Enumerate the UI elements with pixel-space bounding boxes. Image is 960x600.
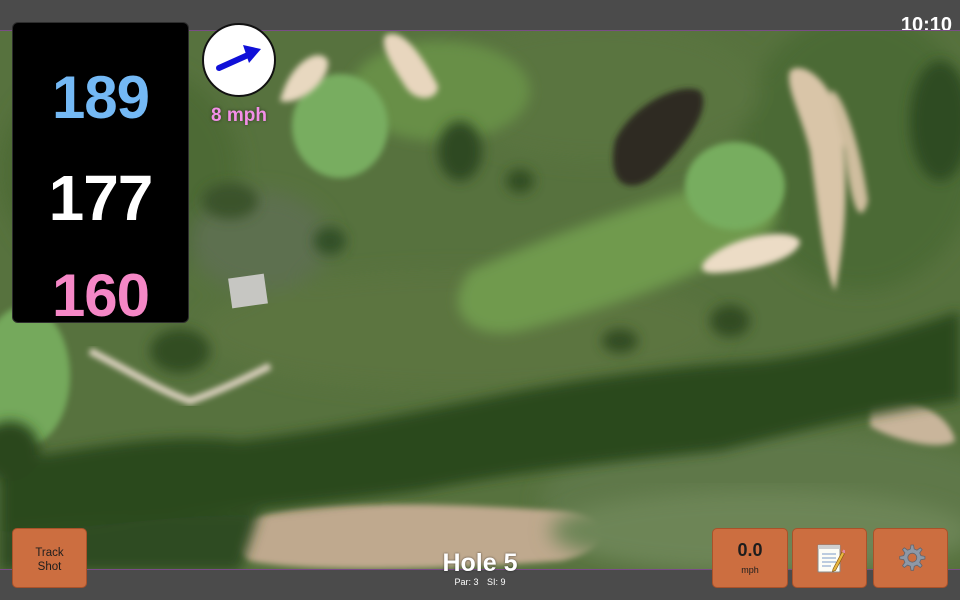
gear-icon	[898, 544, 925, 571]
speed-value: 0.0	[737, 540, 763, 560]
hole-par: Par: 3	[454, 577, 479, 587]
hole-stroke-index: SI: 9	[487, 577, 506, 587]
front-distance: 160	[51, 262, 150, 329]
golf-gps-screen: 10:10 189 177 160 8 mph Track Shot Hole …	[0, 0, 960, 600]
settings-button[interactable]	[873, 528, 948, 588]
middle-distance: 177	[48, 162, 154, 234]
track-shot-label-line1: Track	[35, 547, 64, 559]
hole-meta: Par: 3 SI: 9	[380, 577, 580, 587]
speed-unit: mph	[741, 565, 759, 575]
track-shot-button[interactable]: Track Shot	[12, 528, 87, 588]
wind-speed: 8 mph	[211, 105, 267, 126]
arrow-icon	[216, 45, 261, 71]
wind-direction-dial	[202, 23, 276, 97]
notepad-icon	[817, 544, 845, 573]
scorecard-button[interactable]	[792, 528, 867, 588]
hole-title: Hole 5	[442, 549, 518, 577]
swing-speed-button[interactable]: 0.0 mph	[712, 528, 788, 588]
distance-panel: 189 177 160	[12, 22, 189, 329]
track-shot-label-line2: Shot	[37, 561, 62, 573]
back-distance: 189	[51, 64, 150, 131]
